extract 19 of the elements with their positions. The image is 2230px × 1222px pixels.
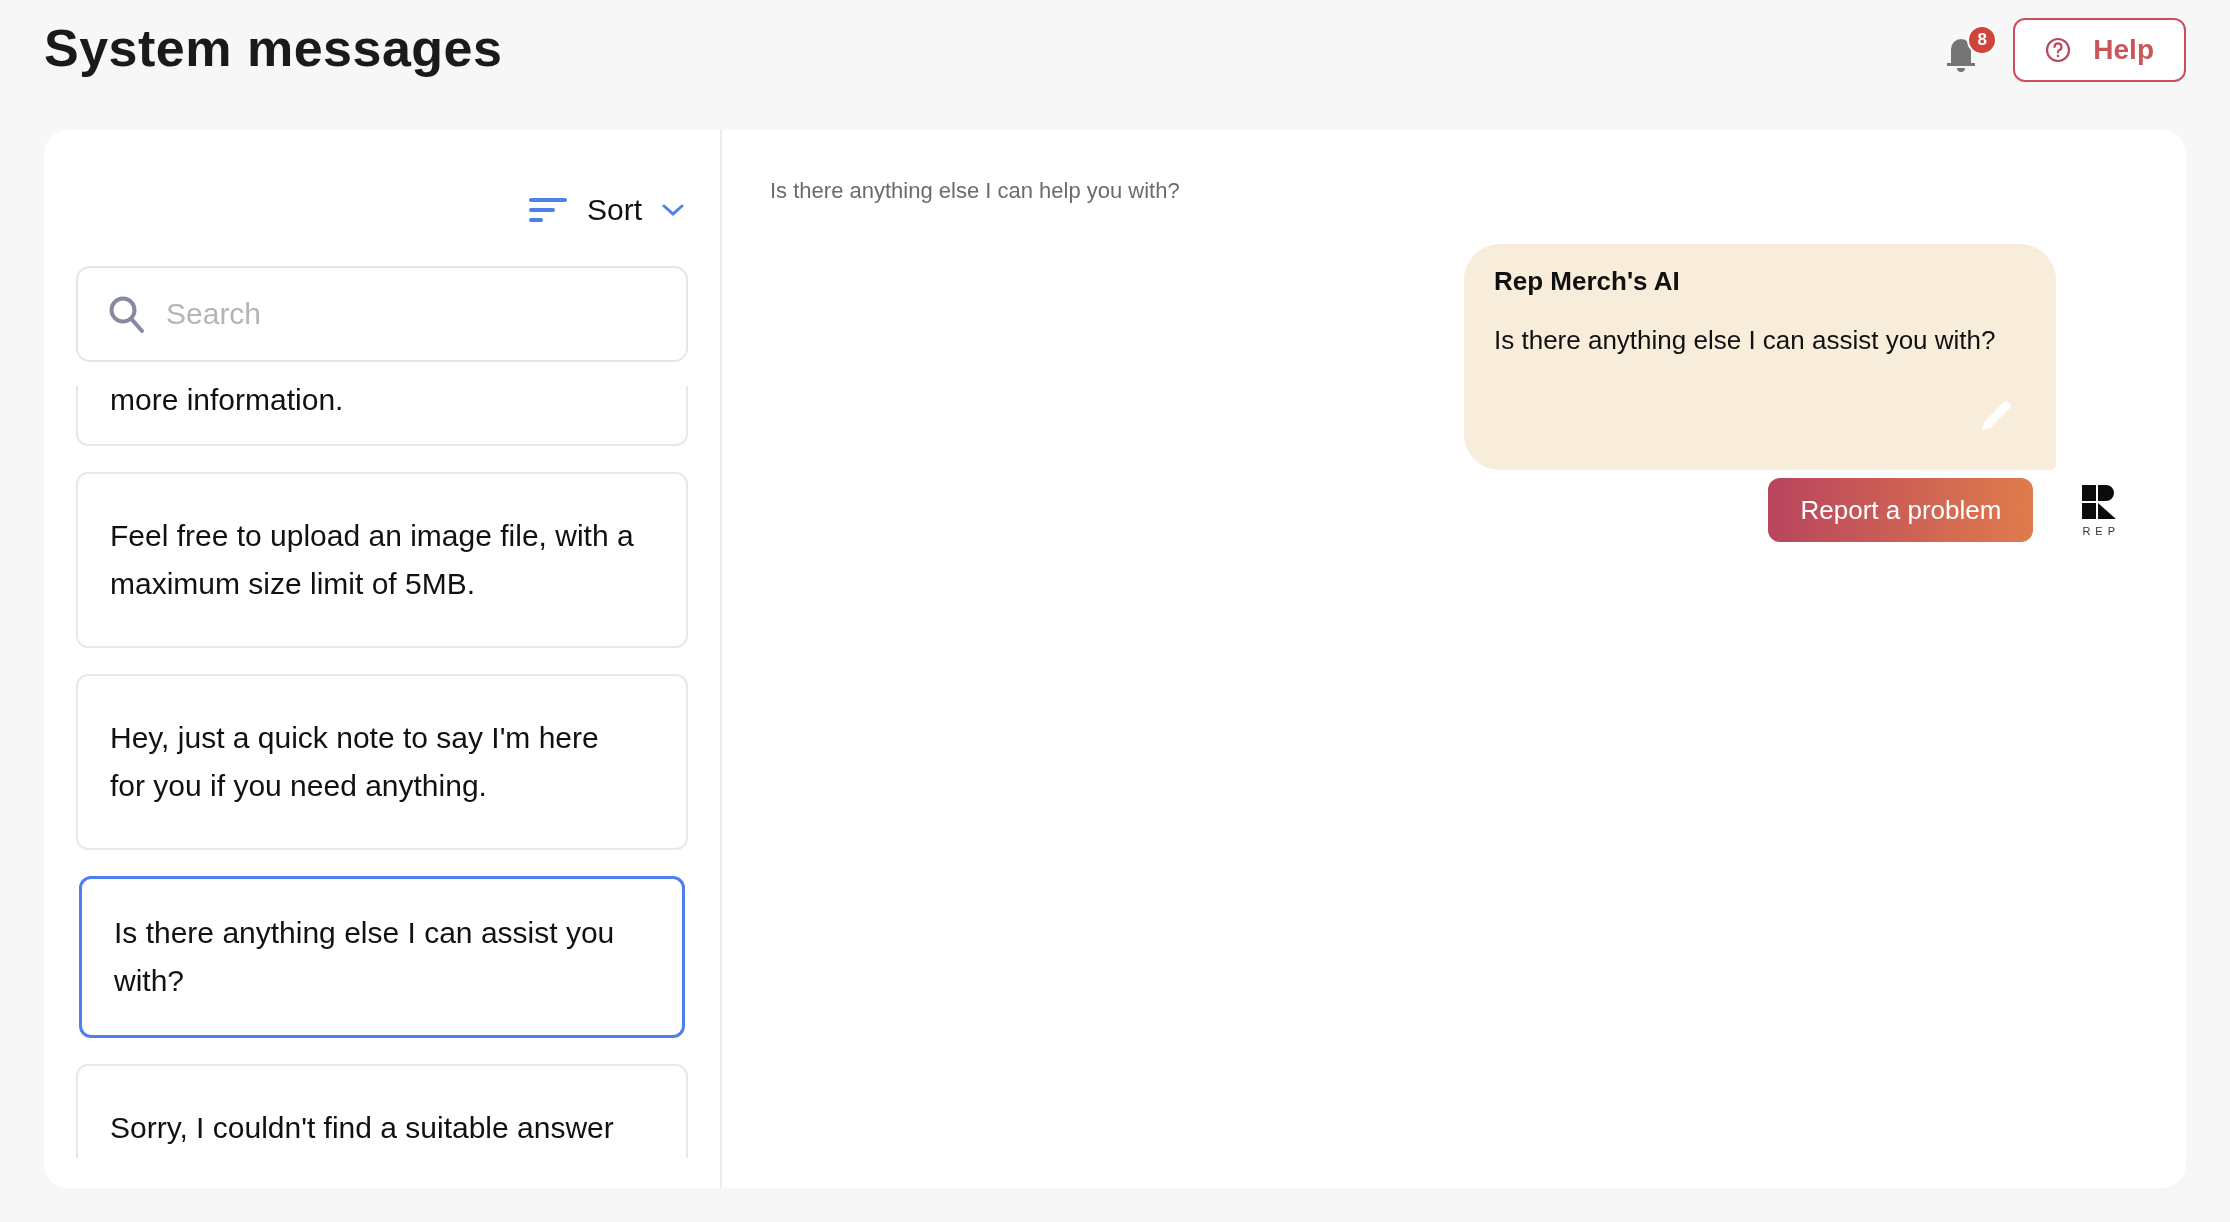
message-card[interactable]: Feel free to upload an image file, with a maximum size limit of 5MB. (76, 472, 688, 648)
sort-icon (528, 197, 567, 223)
report-problem-button[interactable]: Report a problem (1768, 478, 2034, 542)
sender-name: Rep Merch's AI (1494, 266, 1681, 297)
help-button[interactable]: Help (2013, 18, 2186, 82)
chevron-down-icon (662, 203, 684, 217)
logo-text: REP (2081, 525, 2120, 537)
notification-badge: 8 (1967, 25, 1998, 55)
message-card[interactable]: more information. (76, 386, 688, 446)
message-text: Is there anything else I can assist you with? (1494, 325, 1997, 356)
sort-button[interactable]: Sort (524, 190, 688, 230)
rep-logo-icon (2079, 483, 2118, 521)
message-subtitle: Is there anything else I can help you with? (770, 178, 1181, 204)
message-card[interactable]: Sorry, I couldn't find a suitable answer (76, 1064, 688, 1158)
message-card[interactable]: Hey, just a quick note to say I'm here for you if you need anything. (76, 674, 688, 850)
search-field[interactable]: Search (76, 266, 688, 362)
page-title: System messages (44, 18, 503, 78)
message-card[interactable]: Is there anything else I can assist you with? (79, 876, 685, 1038)
question-icon (2045, 37, 2072, 63)
